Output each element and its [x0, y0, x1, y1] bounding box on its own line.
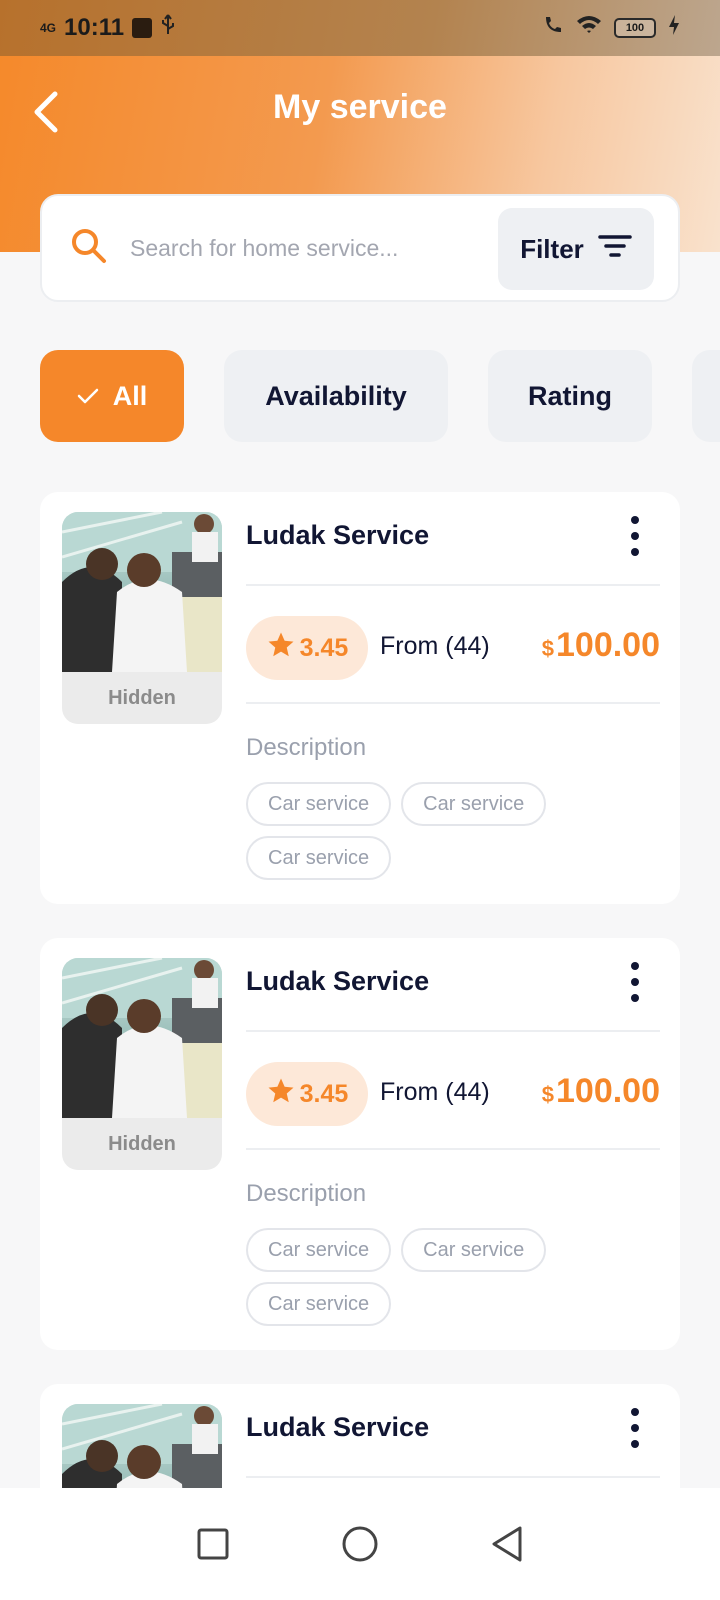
star-icon [266, 1076, 296, 1113]
circle-icon [342, 1526, 378, 1562]
system-back-button[interactable] [477, 1514, 537, 1574]
description-label: Description [246, 734, 367, 761]
rating-value: 3.45 [299, 633, 349, 662]
chip-label: All [112, 380, 148, 411]
call-wifi-icon [542, 14, 564, 42]
rating-badge: 3.45 [246, 616, 368, 680]
square-icon [197, 1528, 229, 1560]
filter-icon [598, 233, 632, 266]
service-title: Ludak Service [246, 1412, 430, 1442]
service-thumbnail [62, 1404, 222, 1488]
chip-label: Rating [528, 380, 612, 411]
status-label: Hidden [108, 1132, 176, 1155]
tag[interactable]: Car service [246, 1228, 392, 1272]
check-icon [77, 381, 99, 412]
divider [246, 1030, 660, 1032]
service-title: Ludak Service [246, 520, 430, 550]
more-options-button[interactable] [620, 1408, 650, 1448]
chip-availability[interactable]: Availability [224, 350, 448, 442]
network-indicator: 4G [40, 21, 57, 35]
service-card[interactable]: Ludak Service [40, 1384, 680, 1488]
page-title: My service [273, 88, 447, 126]
filter-chips: All Availability Rating [40, 350, 720, 442]
more-options-button[interactable] [620, 962, 650, 1002]
tag[interactable]: Car service [246, 782, 392, 826]
divider [246, 702, 660, 704]
system-nav-bar [0, 1488, 720, 1600]
usb-icon [160, 14, 176, 42]
service-title: Ludak Service [246, 966, 430, 996]
service-image [62, 512, 222, 672]
tag[interactable]: Car service [401, 1228, 547, 1272]
description-label: Description [246, 1180, 367, 1207]
service-card[interactable]: Hidden Ludak Service 3.45 From (44) $ 10… [40, 492, 680, 904]
star-icon [266, 630, 296, 667]
more-options-button[interactable] [620, 516, 650, 556]
review-count: From (44) [380, 632, 490, 660]
service-card[interactable]: Hidden Ludak Service 3.45 From (44) $ 10… [40, 938, 680, 1350]
recent-apps-button[interactable] [183, 1514, 243, 1574]
tag[interactable]: Car service [401, 782, 547, 826]
status-time: 10:11 [64, 14, 125, 41]
status-label: Hidden [108, 686, 176, 709]
review-count: From (44) [380, 1078, 490, 1106]
triangle-back-icon [492, 1526, 522, 1562]
divider [246, 584, 660, 586]
status-bar: 4G 10:11 100 [0, 0, 720, 56]
chip-rating[interactable]: Rating [488, 350, 652, 442]
service-thumbnail: Hidden [62, 958, 222, 1170]
charging-icon [668, 14, 680, 42]
service-price: $ 100.00 [542, 626, 660, 665]
tag[interactable]: Car service [246, 836, 392, 880]
tag-list: Car service Car service Car service [246, 1228, 666, 1326]
filter-button[interactable]: Filter [498, 208, 654, 290]
search-bar: Filter [40, 194, 680, 302]
chip-all[interactable]: All [40, 350, 184, 442]
divider [246, 1476, 660, 1478]
rating-value: 3.45 [299, 1079, 349, 1108]
price-amount: 100.00 [556, 626, 660, 664]
price-currency: $ [541, 636, 554, 661]
rating-badge: 3.45 [246, 1062, 368, 1126]
price-currency: $ [541, 1082, 554, 1107]
service-image [62, 958, 222, 1118]
wifi-icon [576, 14, 602, 42]
price-amount: 100.00 [556, 1072, 660, 1110]
home-button[interactable] [330, 1514, 390, 1574]
battery-indicator: 100 [614, 18, 656, 38]
service-price: $ 100.00 [542, 1072, 660, 1111]
filter-label: Filter [520, 233, 584, 264]
chip-label: Availability [265, 380, 407, 411]
divider [246, 1148, 660, 1150]
search-input[interactable] [130, 234, 470, 262]
service-thumbnail: Hidden [62, 512, 222, 724]
chip-more[interactable] [692, 350, 720, 442]
tag[interactable]: Car service [246, 1282, 392, 1326]
service-image [62, 1404, 222, 1488]
tag-list: Car service Car service Car service [246, 782, 666, 880]
search-icon [70, 227, 108, 270]
app-notification-icon [132, 18, 153, 38]
